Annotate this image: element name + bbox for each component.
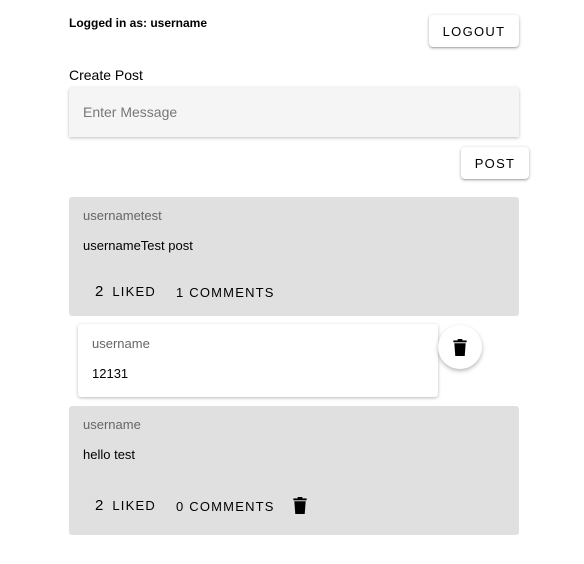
logout-button[interactable]: Logout <box>429 15 519 47</box>
comments-button[interactable]: 1 Comments <box>176 285 275 300</box>
comment-username: username <box>92 336 150 351</box>
trash-icon <box>293 497 307 514</box>
post-text: hello test <box>83 447 136 462</box>
comment-card: username 12131 <box>78 324 438 397</box>
trash-icon <box>453 338 467 356</box>
post-text: usernameTest post <box>83 238 193 253</box>
like-label: Liked <box>112 498 156 513</box>
comments-label: 0 Comments <box>176 499 275 514</box>
message-input[interactable] <box>69 87 519 137</box>
comment-text: 12131 <box>92 366 129 381</box>
post-username: username <box>83 417 141 432</box>
post-card: username hello test 2 Liked 0 Comments <box>69 406 519 535</box>
post-username: usernametest <box>83 208 162 223</box>
comments-label: 1 Comments <box>176 285 275 300</box>
post-button[interactable]: Post <box>461 147 529 179</box>
delete-comment-button[interactable] <box>438 325 482 369</box>
delete-post-button[interactable] <box>293 497 307 514</box>
like-label: Liked <box>112 284 156 299</box>
like-count: 2 <box>95 283 104 300</box>
like-count: 2 <box>95 497 104 514</box>
post-card: usernametest usernameTest post 2 Liked 1… <box>69 197 519 316</box>
create-post-label: Create Post <box>69 67 143 83</box>
comments-button[interactable]: 0 Comments <box>176 499 275 514</box>
like-button[interactable]: 2 Liked <box>95 283 156 300</box>
login-status: Logged in as: username <box>69 16 208 30</box>
like-button[interactable]: 2 Liked <box>95 497 156 514</box>
